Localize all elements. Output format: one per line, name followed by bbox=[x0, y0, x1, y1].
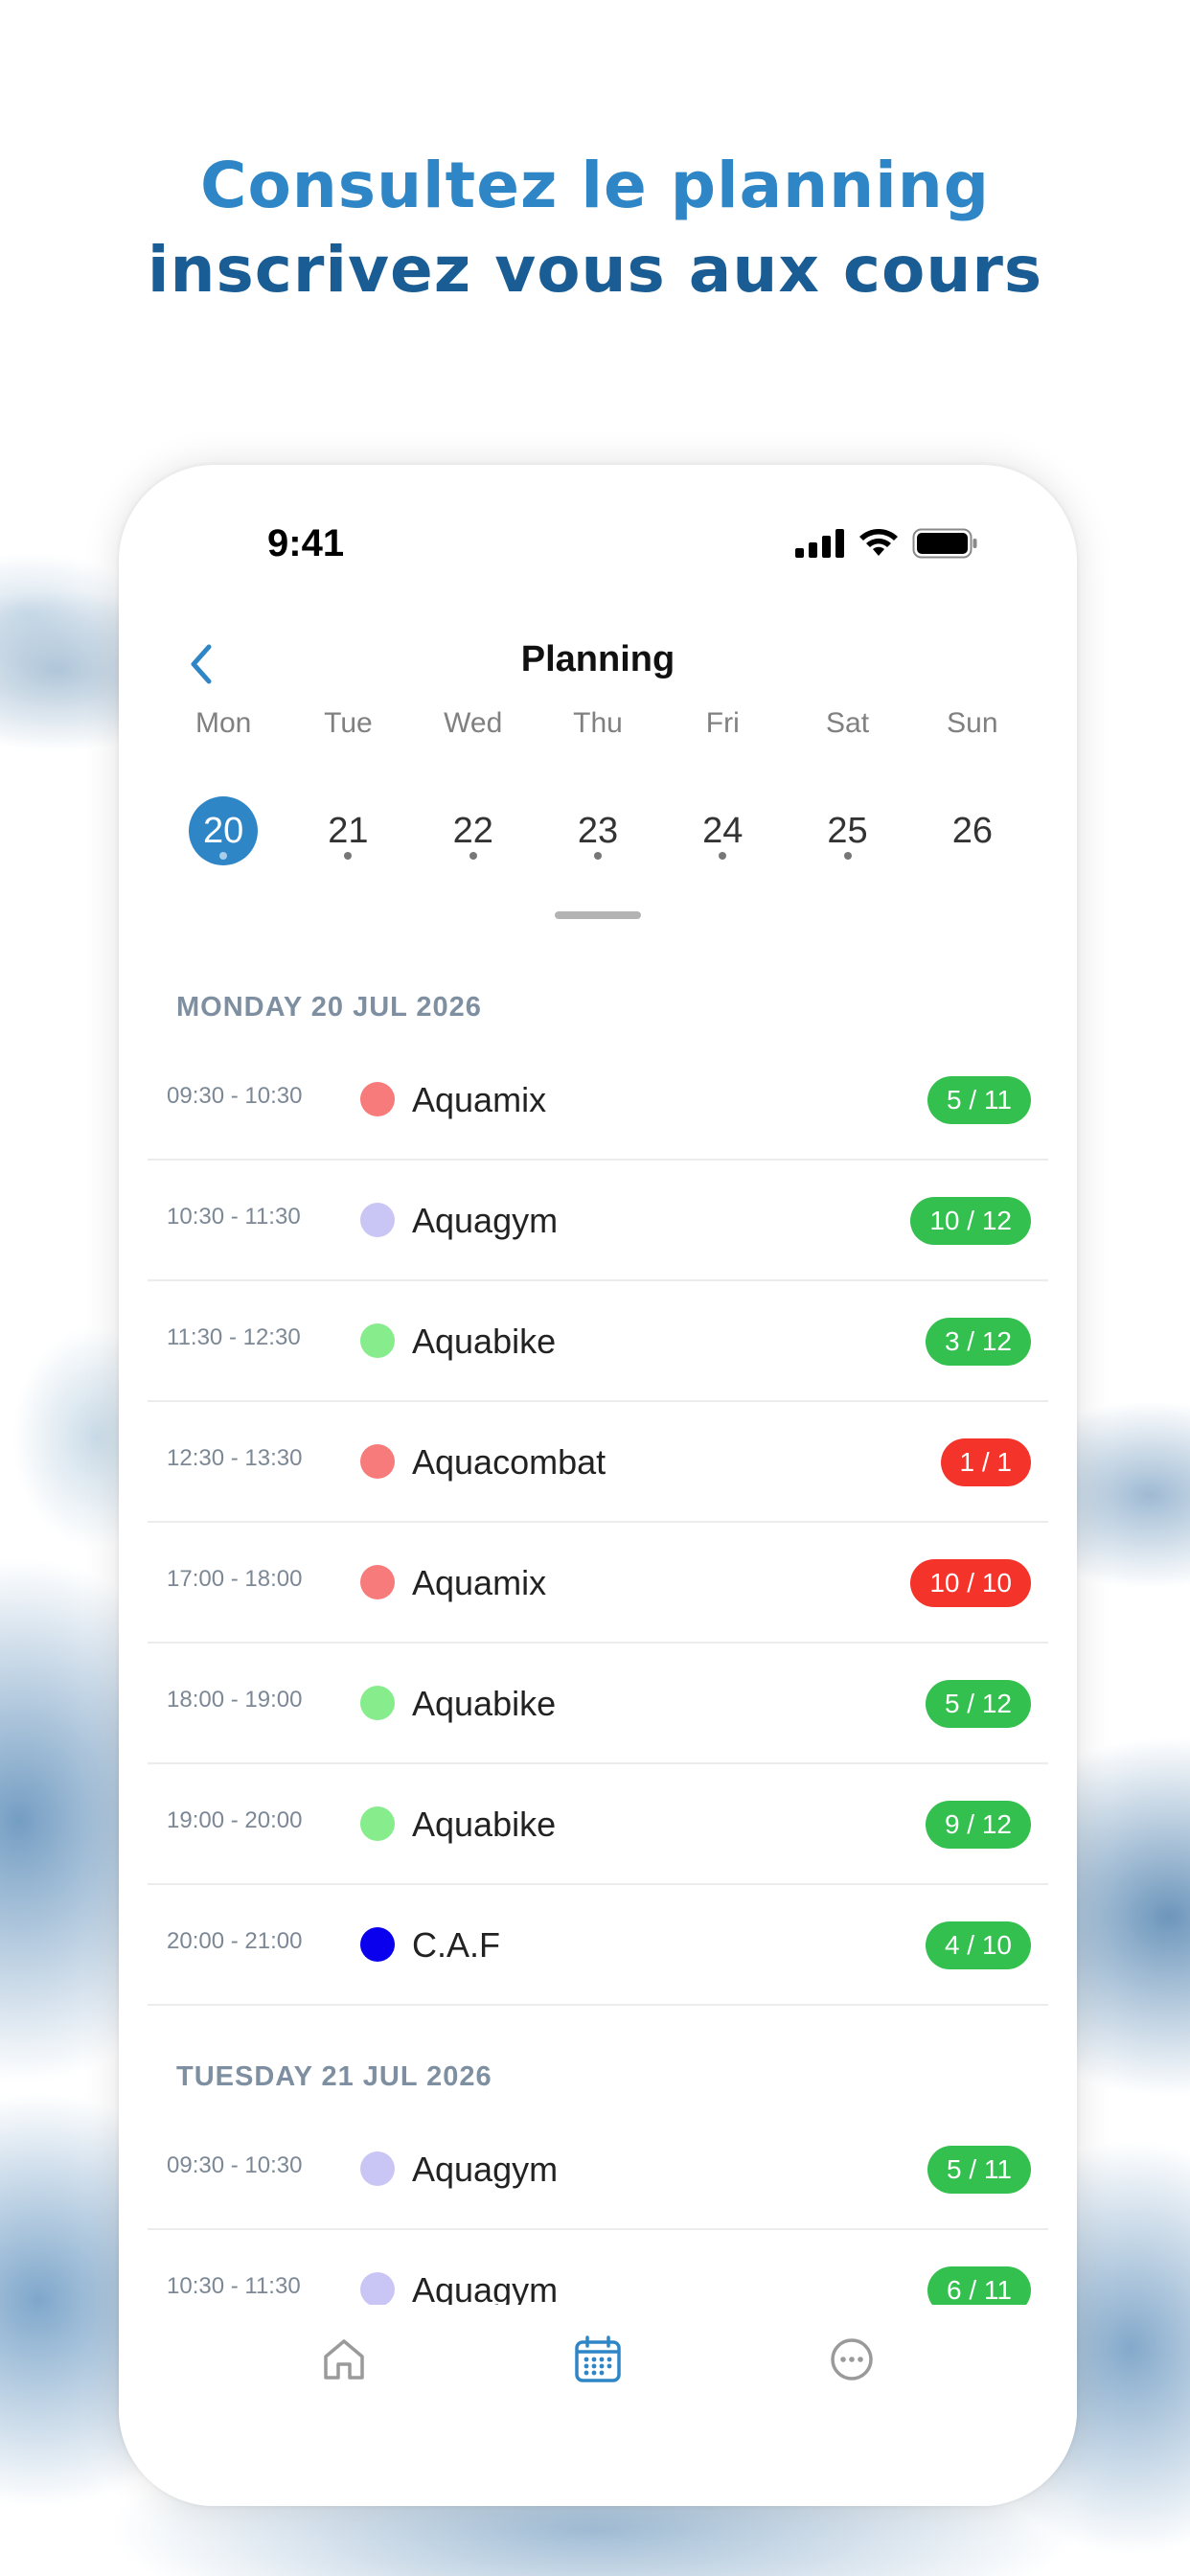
class-name: Aquabike bbox=[412, 1805, 557, 1844]
weekday-label-thu: Thu bbox=[573, 707, 623, 739]
headline: Consultez le planning inscrivez vous aux… bbox=[0, 144, 1190, 312]
class-color-dot bbox=[360, 1444, 395, 1479]
class-row[interactable]: 20:00 - 21:00 C.A.F 4 / 10 bbox=[148, 1885, 1048, 2006]
day-25[interactable]: 25 bbox=[785, 796, 909, 860]
day-21[interactable]: 21 bbox=[286, 796, 410, 860]
day-26[interactable]: 26 bbox=[910, 796, 1035, 860]
class-time: 10:30 - 11:30 bbox=[167, 2273, 301, 2299]
section-date-header: TUESDAY 21 JUL 2026 bbox=[176, 2061, 492, 2092]
tab-home[interactable] bbox=[310, 2328, 378, 2395]
class-name: Aquabike bbox=[412, 1684, 557, 1723]
class-time: 20:00 - 21:00 bbox=[167, 1928, 303, 1954]
status-time: 9:41 bbox=[267, 522, 345, 564]
class-time: 18:00 - 19:00 bbox=[167, 1687, 303, 1713]
day-23[interactable]: 23 bbox=[536, 796, 660, 860]
weekday-label-sun: Sun bbox=[947, 707, 998, 739]
weekday-label-wed: Wed bbox=[444, 707, 503, 739]
capacity-badge: 5 / 11 bbox=[927, 1076, 1031, 1124]
class-color-dot bbox=[360, 1565, 395, 1599]
class-name: Aquacombat bbox=[412, 1442, 606, 1482]
status-icons bbox=[795, 528, 977, 564]
week-strip: Mon Tue Wed Thu Fri Sat Sun 20 21 22 23 24 25 26 bbox=[161, 704, 1035, 865]
day-selector: 20 21 22 23 24 25 26 bbox=[161, 796, 1035, 865]
day-22[interactable]: 22 bbox=[411, 796, 536, 860]
capacity-badge: 1 / 1 bbox=[940, 1438, 1031, 1486]
weekday-label-sat: Sat bbox=[826, 707, 870, 739]
class-name: Aquamix bbox=[412, 1080, 547, 1119]
class-color-dot bbox=[360, 2272, 395, 2307]
signal-icon bbox=[795, 529, 845, 563]
weekday-label-tue: Tue bbox=[324, 707, 373, 739]
more-icon bbox=[828, 2335, 876, 2388]
class-time: 17:00 - 18:00 bbox=[167, 1566, 303, 1592]
class-color-dot bbox=[360, 1806, 395, 1841]
class-name: Aquagym bbox=[412, 1201, 559, 1240]
class-time: 09:30 - 10:30 bbox=[167, 1083, 303, 1109]
headline-line-2: inscrivez vous aux cours bbox=[147, 233, 1043, 307]
class-row[interactable]: 11:30 - 12:30 Aquabike 3 / 12 bbox=[148, 1281, 1048, 1402]
capacity-badge: 4 / 10 bbox=[925, 1921, 1031, 1969]
tab-bar bbox=[119, 2305, 1077, 2506]
day-24[interactable]: 24 bbox=[660, 796, 785, 860]
class-color-dot bbox=[360, 1927, 395, 1962]
capacity-badge: 10 / 10 bbox=[910, 1559, 1031, 1607]
class-time: 19:00 - 20:00 bbox=[167, 1807, 303, 1833]
event-indicator-dot bbox=[843, 852, 852, 860]
page-title: Planning bbox=[520, 639, 675, 679]
weekday-label-mon: Mon bbox=[195, 707, 252, 739]
event-indicator-dot bbox=[593, 852, 602, 860]
day-20[interactable]: 20 bbox=[161, 796, 286, 865]
class-name: Aquamix bbox=[412, 1563, 547, 1602]
phone-frame: 9:41 Planning Mon Tue Wed Thu Fri Sat Su… bbox=[119, 465, 1077, 2506]
class-name: Aquagym bbox=[412, 2150, 559, 2189]
home-icon bbox=[320, 2335, 368, 2388]
capacity-badge: 10 / 12 bbox=[910, 1197, 1031, 1245]
class-color-dot bbox=[360, 1686, 395, 1720]
tab-more[interactable] bbox=[818, 2328, 885, 2395]
class-list: 09:30 - 10:30 Aquamix 5 / 11 10:30 - 11:30 A… bbox=[148, 1040, 1048, 2006]
class-row[interactable]: 19:00 - 20:00 Aquabike 9 / 12 bbox=[148, 1764, 1048, 1885]
class-time: 12:30 - 13:30 bbox=[167, 1445, 303, 1471]
capacity-badge: 9 / 12 bbox=[925, 1801, 1031, 1849]
class-name: C.A.F bbox=[412, 1925, 501, 1965]
class-color-dot bbox=[360, 2151, 395, 2186]
class-color-dot bbox=[360, 1082, 395, 1116]
class-color-dot bbox=[360, 1323, 395, 1358]
calendar-icon bbox=[573, 2334, 623, 2389]
event-indicator-dot bbox=[969, 852, 976, 860]
drag-handle[interactable] bbox=[555, 911, 641, 919]
event-indicator-dot bbox=[469, 852, 477, 860]
class-row[interactable]: 18:00 - 19:00 Aquabike 5 / 12 bbox=[148, 1644, 1048, 1764]
capacity-badge: 5 / 12 bbox=[925, 1680, 1031, 1728]
capacity-badge: 3 / 12 bbox=[925, 1318, 1031, 1366]
class-time: 10:30 - 11:30 bbox=[167, 1204, 301, 1230]
battery-icon bbox=[912, 528, 977, 564]
class-row[interactable]: 10:30 - 11:30 Aquagym 10 / 12 bbox=[148, 1161, 1048, 1281]
tab-planning[interactable] bbox=[564, 2328, 631, 2395]
headline-line-1: Consultez le planning bbox=[200, 149, 990, 222]
class-row[interactable]: 09:30 - 10:30 Aquagym 5 / 11 bbox=[148, 2109, 1048, 2230]
weekday-label-fri: Fri bbox=[705, 707, 740, 739]
capacity-badge: 5 / 11 bbox=[927, 2146, 1031, 2194]
class-row[interactable]: 17:00 - 18:00 Aquamix 10 / 10 bbox=[148, 1523, 1048, 1644]
section-date-header: MONDAY 20 JUL 2026 bbox=[176, 992, 482, 1023]
class-row[interactable]: 09:30 - 10:30 Aquamix 5 / 11 bbox=[148, 1040, 1048, 1161]
class-time: 11:30 - 12:30 bbox=[167, 1324, 301, 1350]
class-name: Aquabike bbox=[412, 1322, 557, 1361]
class-row[interactable]: 12:30 - 13:30 Aquacombat 1 / 1 bbox=[148, 1402, 1048, 1523]
class-color-dot bbox=[360, 1203, 395, 1237]
weekday-labels: Mon Tue Wed Thu Fri Sat Sun bbox=[161, 704, 1035, 743]
wifi-icon bbox=[858, 529, 899, 563]
class-time: 09:30 - 10:30 bbox=[167, 2152, 303, 2178]
